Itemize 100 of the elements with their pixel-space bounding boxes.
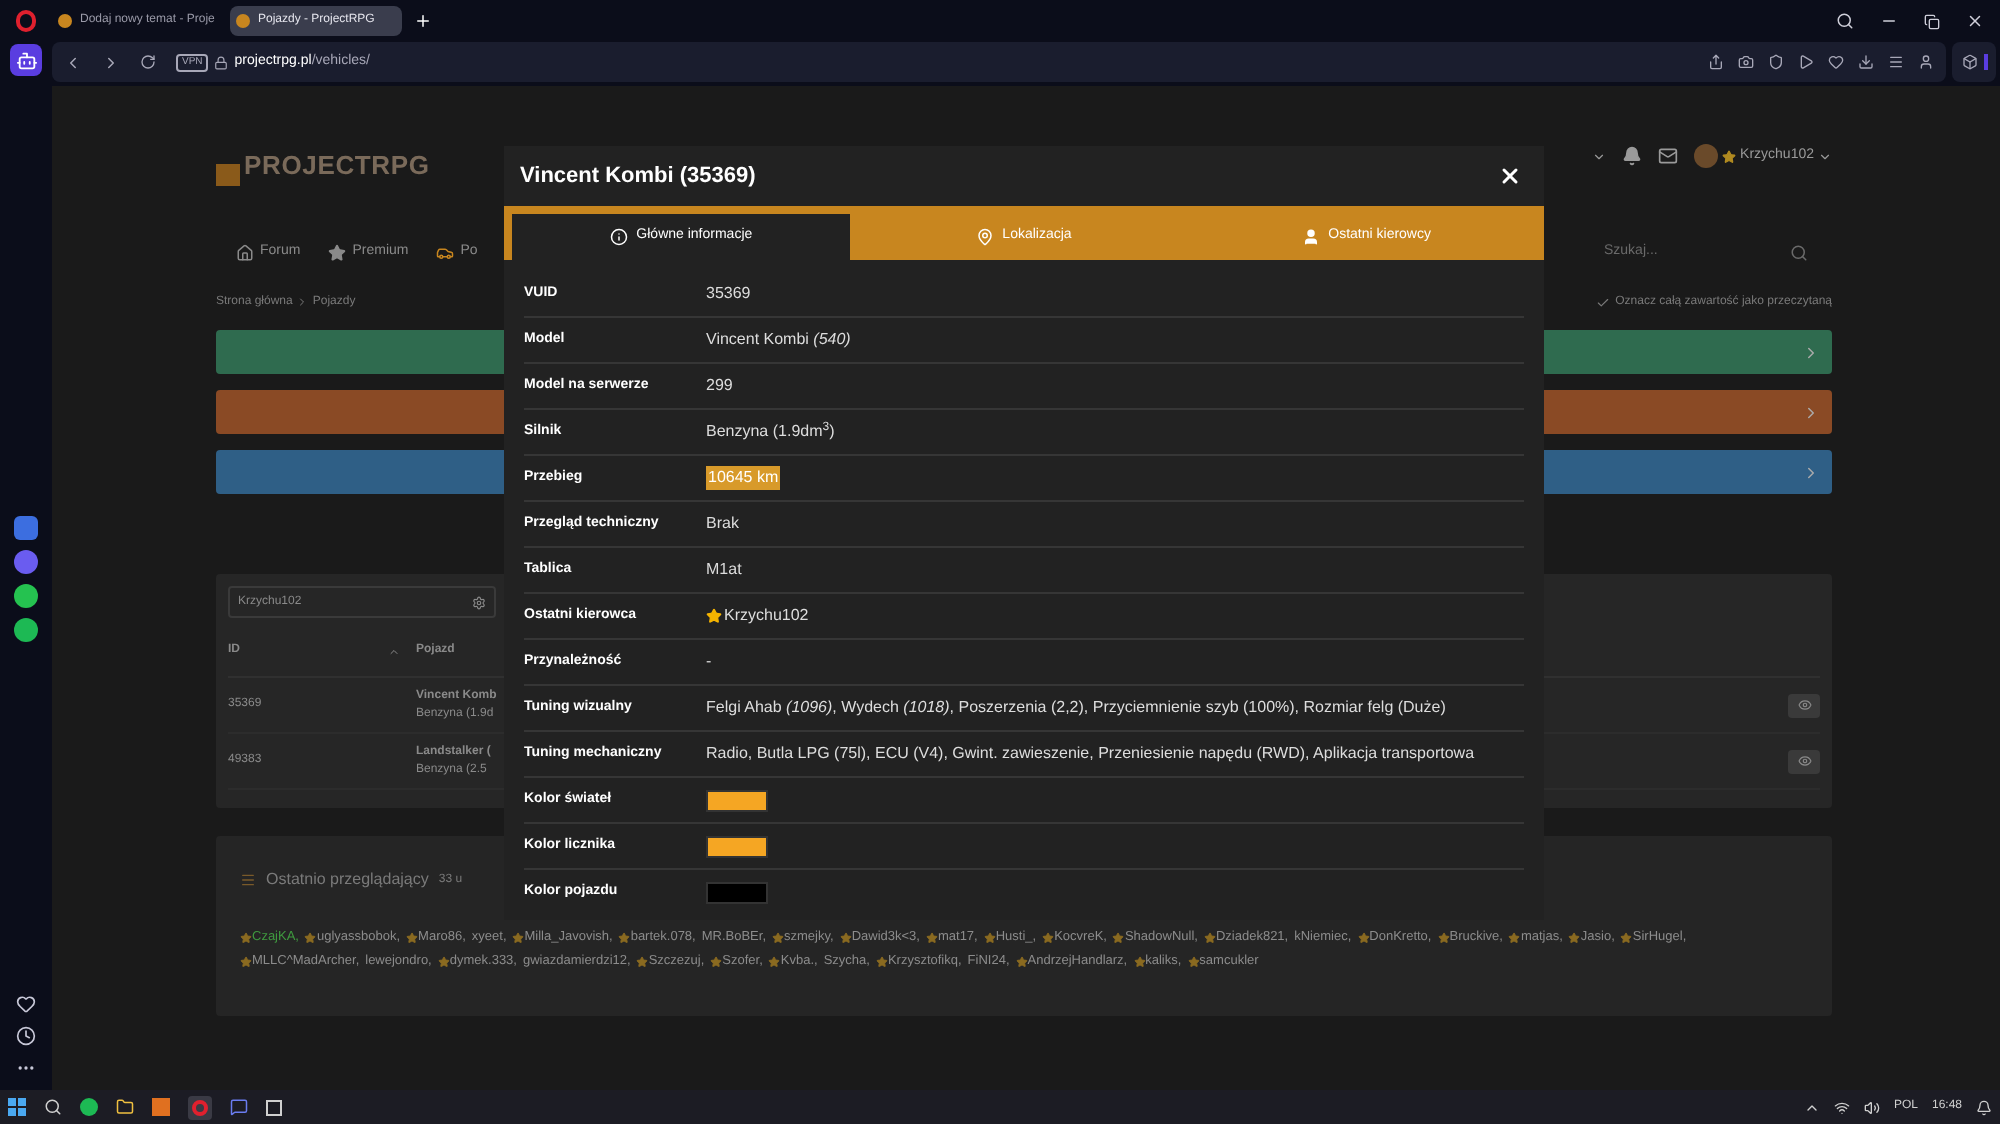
camera-icon[interactable] [1738, 54, 1754, 70]
restore-icon[interactable] [1924, 13, 1940, 29]
search-icon [1790, 243, 1808, 261]
play-icon[interactable] [1798, 54, 1814, 70]
user-icon [1302, 228, 1321, 246]
folder-icon[interactable] [116, 1098, 134, 1116]
chevron-icon [1802, 343, 1820, 361]
music-app-icon[interactable] [14, 618, 38, 642]
search-icon[interactable] [44, 1098, 62, 1116]
field-value: Brak [706, 512, 739, 536]
field-value: Radio, Butla LPG (75l), ECU (V4), Gwint. zawieszenie, Przeniesienie napędu (RWD), Aplikacja transportowa [706, 742, 1475, 766]
settings-icon[interactable] [472, 595, 486, 609]
field-value: - [706, 650, 712, 674]
star-icon [925, 931, 938, 943]
mail-icon[interactable] [1658, 146, 1679, 166]
chevron-icon [1802, 403, 1820, 421]
dialog-title: Vincent Kombi (35369) [520, 161, 756, 192]
driver-name: Krzychu102 [724, 604, 809, 628]
star-icon [1015, 955, 1028, 967]
search-icon[interactable] [1836, 12, 1854, 30]
lock-icon [214, 55, 229, 69]
forward-icon[interactable] [102, 53, 120, 71]
start-button[interactable] [8, 1098, 26, 1116]
close-icon[interactable] [1966, 12, 1984, 30]
star-icon [636, 955, 649, 967]
browser-logo-icon[interactable] [16, 10, 36, 32]
ai-assistant-button[interactable] [10, 44, 42, 76]
section-title: Ostatnio przeglądający [266, 868, 429, 892]
field-value: M1at [706, 558, 742, 582]
star-icon [1042, 931, 1055, 943]
chevron-icon [296, 296, 309, 308]
history-icon[interactable] [16, 1026, 36, 1046]
site-logo[interactable]: PROJECTRPG [216, 146, 430, 186]
star-icon [406, 931, 419, 943]
star-icon [512, 931, 525, 943]
eye-icon [1797, 698, 1811, 712]
field-value: Benzyna (1.9dm$^{3}$) [706, 420, 835, 444]
site-favicon [58, 14, 72, 28]
chat-app-icon[interactable] [230, 1098, 248, 1116]
star-icon [706, 608, 722, 624]
star-icon [304, 931, 317, 943]
sort-icon [388, 645, 400, 657]
star-icon [240, 931, 252, 943]
star-icon [710, 955, 723, 967]
back-icon[interactable] [64, 53, 82, 71]
star-icon [1112, 931, 1125, 943]
list-icon [240, 872, 256, 888]
field-value: 299 [706, 374, 733, 398]
star-icon [618, 931, 631, 943]
messenger-icon[interactable] [14, 550, 38, 574]
menu-icon[interactable] [1888, 54, 1904, 70]
profile-icon[interactable] [1918, 54, 1934, 70]
extensions-button[interactable] [1952, 42, 1996, 82]
star-icon [1722, 149, 1737, 163]
heart-icon[interactable] [1828, 54, 1844, 70]
highlighted-value: 10645 km [706, 466, 781, 490]
view-button[interactable] [1788, 693, 1820, 717]
close-icon[interactable] [1498, 164, 1522, 188]
star-icon [1187, 955, 1200, 967]
check-icon [1595, 295, 1610, 309]
star-icon [983, 931, 996, 943]
share-icon[interactable] [1708, 54, 1724, 70]
heart-icon[interactable] [16, 994, 36, 1014]
chevron-icon [1802, 463, 1820, 481]
reload-icon[interactable] [140, 54, 156, 70]
site-favicon [236, 14, 250, 28]
chat-app-icon[interactable] [14, 584, 38, 608]
new-tab-button[interactable] [414, 12, 432, 30]
star-icon [1620, 931, 1633, 943]
star-icon [875, 955, 888, 967]
eye-icon [1797, 754, 1811, 768]
music-app-icon[interactable] [80, 1098, 98, 1116]
star-icon [1568, 931, 1581, 943]
star-icon [768, 955, 781, 967]
star-icon [1437, 931, 1450, 943]
star-icon [1133, 955, 1146, 967]
view-button[interactable] [1788, 749, 1820, 773]
bell-icon[interactable] [1622, 146, 1643, 166]
star-icon [328, 243, 347, 261]
star-icon [1357, 931, 1370, 943]
field-value: Vincent Kombi (540) [706, 328, 851, 352]
browser-icon[interactable] [188, 1095, 212, 1119]
pin-icon [976, 228, 995, 246]
notifications-icon[interactable] [1976, 1099, 1992, 1115]
star-icon [437, 955, 450, 967]
caret-icon[interactable] [1818, 149, 1832, 163]
home-icon [236, 243, 254, 261]
star-icon [240, 955, 252, 967]
volume-icon[interactable] [1863, 1099, 1880, 1115]
info-icon [610, 228, 629, 246]
caret-icon[interactable] [1592, 149, 1607, 163]
app-icon[interactable] [266, 1099, 282, 1115]
wifi-icon[interactable] [1833, 1099, 1850, 1115]
download-icon[interactable] [1858, 54, 1874, 70]
shield-icon[interactable] [1768, 54, 1784, 70]
star-icon [1203, 931, 1216, 943]
field-value: 35369 [706, 282, 751, 306]
star-icon [772, 931, 785, 943]
star-icon [839, 931, 852, 943]
car-icon [436, 243, 455, 261]
